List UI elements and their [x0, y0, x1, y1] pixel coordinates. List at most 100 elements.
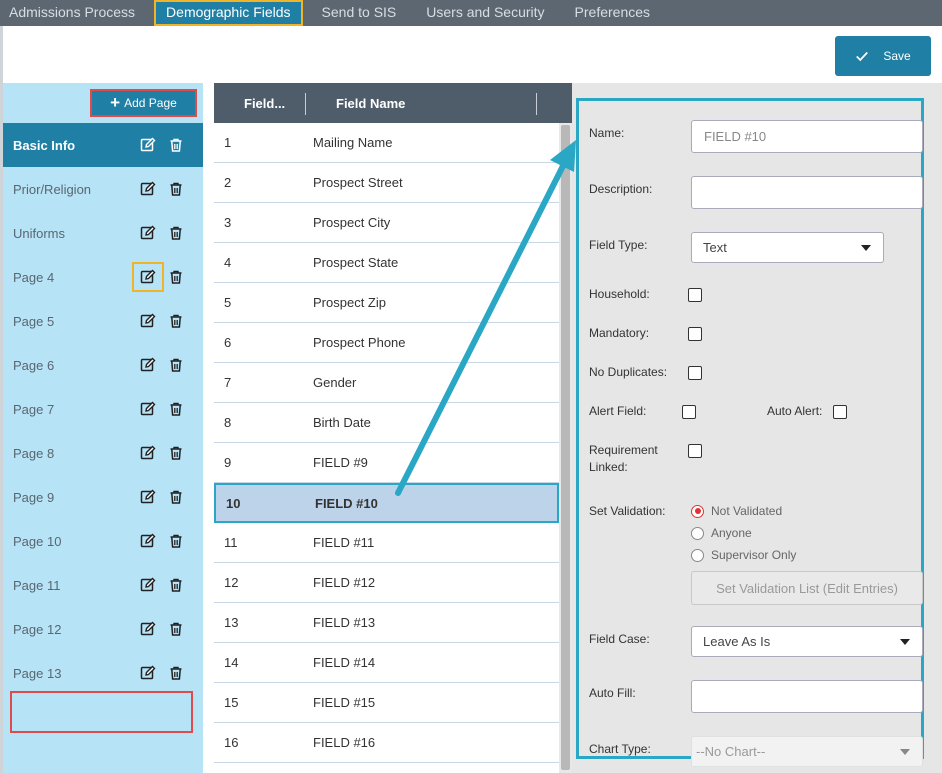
- alert-field-checkbox[interactable]: [682, 405, 696, 419]
- add-page-button[interactable]: + Add Page: [90, 89, 197, 117]
- table-row[interactable]: 13 FIELD #13: [214, 603, 559, 643]
- table-row[interactable]: 9 FIELD #9: [214, 443, 559, 483]
- edit-icon[interactable]: [137, 178, 159, 200]
- plus-icon: +: [110, 92, 121, 112]
- detail-highlight-frame: Name: FIELD #10 Description: Field Type:…: [576, 98, 924, 767]
- fields-rows: 1 Mailing Name 2 Prospect Street 3 Prospect C…: [214, 123, 559, 763]
- edit-icon[interactable]: [137, 310, 159, 332]
- edit-icon[interactable]: [137, 530, 159, 552]
- table-row[interactable]: 11 FIELD #11: [214, 523, 559, 563]
- page-item[interactable]: Basic Info: [3, 123, 203, 167]
- edit-icon[interactable]: [137, 574, 159, 596]
- trash-icon[interactable]: [165, 222, 187, 244]
- trash-icon[interactable]: [165, 530, 187, 552]
- table-row[interactable]: 14 FIELD #14: [214, 643, 559, 683]
- edit-icon[interactable]: [137, 354, 159, 376]
- name-field[interactable]: FIELD #10: [691, 120, 923, 153]
- page-item[interactable]: Page 13: [3, 651, 203, 695]
- save-button[interactable]: Save: [835, 36, 931, 76]
- fields-scrollbar[interactable]: [559, 123, 572, 773]
- field-name-cell: Prospect State: [313, 255, 399, 270]
- edit-icon[interactable]: [137, 134, 159, 156]
- trash-icon[interactable]: [165, 618, 187, 640]
- column-header-field-number[interactable]: Field...: [244, 96, 285, 111]
- pages-panel: + Add Page Basic Info Prior/Religion Unifo…: [3, 83, 203, 773]
- field-name-cell: Prospect Zip: [313, 295, 386, 310]
- edit-icon[interactable]: [132, 262, 164, 292]
- page-item[interactable]: Page 12: [3, 607, 203, 651]
- tab-send-to-sis[interactable]: Send to SIS: [307, 0, 412, 26]
- field-type-select[interactable]: Text: [691, 232, 884, 263]
- page-item[interactable]: Page 5: [3, 299, 203, 343]
- check-icon: [856, 51, 869, 62]
- table-row[interactable]: 6 Prospect Phone: [214, 323, 559, 363]
- table-row[interactable]: 5 Prospect Zip: [214, 283, 559, 323]
- tab-demographic-fields[interactable]: Demographic Fields: [154, 0, 303, 26]
- edit-icon[interactable]: [137, 398, 159, 420]
- table-row[interactable]: 1 Mailing Name: [214, 123, 559, 163]
- table-row[interactable]: 2 Prospect Street: [214, 163, 559, 203]
- radio-supervisor-only[interactable]: Supervisor Only: [691, 548, 796, 562]
- field-number-cell: 15: [224, 695, 239, 710]
- table-row[interactable]: 8 Birth Date: [214, 403, 559, 443]
- field-number-cell: 5: [224, 295, 232, 310]
- field-number-cell: 9: [224, 455, 232, 470]
- radio-button-selected: [691, 504, 704, 518]
- page-item[interactable]: Page 7: [3, 387, 203, 431]
- trash-icon[interactable]: [165, 310, 187, 332]
- page-item[interactable]: Page 10: [3, 519, 203, 563]
- page-item[interactable]: Page 8: [3, 431, 203, 475]
- set-validation-list-button[interactable]: Set Validation List (Edit Entries): [691, 571, 923, 605]
- field-number-cell: 10: [226, 495, 241, 511]
- auto-alert-checkbox[interactable]: [833, 405, 847, 419]
- edit-icon[interactable]: [137, 486, 159, 508]
- page-item[interactable]: Page 4: [3, 255, 203, 299]
- trash-icon[interactable]: [165, 662, 187, 684]
- radio-not-validated[interactable]: Not Validated: [691, 504, 782, 518]
- page-item[interactable]: Prior/Religion: [3, 167, 203, 211]
- column-header-field-name[interactable]: Field Name: [336, 96, 405, 111]
- edit-icon[interactable]: [137, 662, 159, 684]
- tab-admissions-process[interactable]: Admissions Process: [0, 0, 150, 26]
- page-item[interactable]: Page 11: [3, 563, 203, 607]
- table-row[interactable]: 12 FIELD #12: [214, 563, 559, 603]
- household-checkbox[interactable]: [688, 288, 702, 302]
- radio-anyone[interactable]: Anyone: [691, 526, 752, 540]
- mandatory-checkbox[interactable]: [688, 327, 702, 341]
- edit-icon[interactable]: [137, 222, 159, 244]
- table-row[interactable]: 15 FIELD #15: [214, 683, 559, 723]
- field-number-cell: 14: [224, 655, 239, 670]
- description-field[interactable]: [691, 176, 923, 209]
- trash-icon[interactable]: [165, 486, 187, 508]
- radio-button: [691, 548, 704, 562]
- page-item[interactable]: Page 9: [3, 475, 203, 519]
- no-duplicates-checkbox[interactable]: [688, 366, 702, 380]
- field-name-cell: FIELD #9: [313, 455, 368, 470]
- table-row[interactable]: 16 FIELD #16: [214, 723, 559, 763]
- trash-icon[interactable]: [165, 398, 187, 420]
- scrollbar-thumb[interactable]: [561, 125, 570, 770]
- trash-icon[interactable]: [165, 178, 187, 200]
- requirement-linked-checkbox[interactable]: [688, 444, 702, 458]
- table-row[interactable]: 10 FIELD #10: [214, 483, 559, 523]
- field-case-select[interactable]: Leave As Is: [691, 626, 923, 657]
- table-row[interactable]: 3 Prospect City: [214, 203, 559, 243]
- trash-icon[interactable]: [165, 266, 187, 288]
- page-item[interactable]: Uniforms: [3, 211, 203, 255]
- field-name-cell: FIELD #15: [313, 695, 376, 710]
- edit-icon[interactable]: [137, 442, 159, 464]
- tab-users-and-security[interactable]: Users and Security: [411, 0, 559, 26]
- page-item-label: Prior/Religion: [13, 181, 92, 197]
- table-row[interactable]: 4 Prospect State: [214, 243, 559, 283]
- auto-fill-field[interactable]: [691, 680, 923, 713]
- trash-icon[interactable]: [165, 134, 187, 156]
- page-item[interactable]: Page 6: [3, 343, 203, 387]
- edit-icon[interactable]: [137, 618, 159, 640]
- radio-label: Anyone: [711, 526, 752, 540]
- tab-preferences[interactable]: Preferences: [560, 0, 665, 26]
- trash-icon[interactable]: [165, 442, 187, 464]
- requirement-linked-label-line1: Requirement: [589, 443, 658, 457]
- trash-icon[interactable]: [165, 354, 187, 376]
- trash-icon[interactable]: [165, 574, 187, 596]
- table-row[interactable]: 7 Gender: [214, 363, 559, 403]
